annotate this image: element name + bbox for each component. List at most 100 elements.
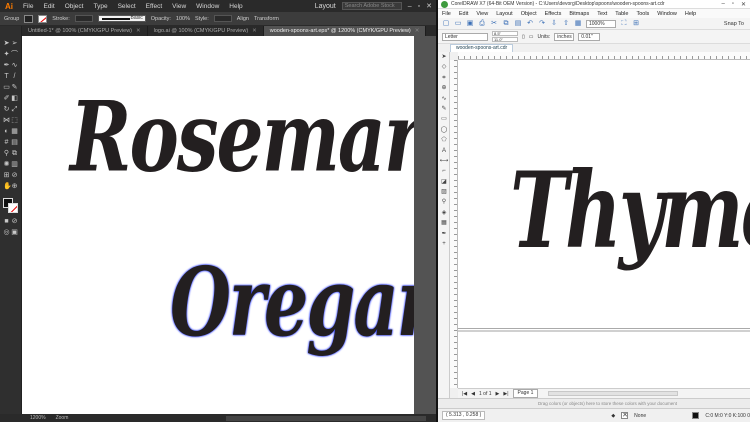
- page-size-dropdown[interactable]: Letter: [442, 32, 488, 41]
- zoom-tool-icon[interactable]: ⊕: [438, 83, 450, 93]
- tab-logo[interactable]: logo.ai @ 100% (CMYK/GPU Preview) ✕: [148, 26, 264, 36]
- freehand-tool-icon[interactable]: ∿: [438, 94, 450, 104]
- transparency-tool-icon[interactable]: ▨: [438, 187, 450, 197]
- lasso-tool-icon[interactable]: ⌒: [11, 51, 18, 58]
- full-screen-icon[interactable]: ⛶: [620, 20, 628, 28]
- export-icon[interactable]: ⇧: [562, 20, 570, 28]
- transform-button[interactable]: Transform: [254, 16, 279, 22]
- cdr-menu-edit[interactable]: Edit: [455, 11, 472, 17]
- open-icon[interactable]: ▭: [454, 20, 462, 28]
- scale-tool-icon[interactable]: ⤢: [11, 106, 18, 113]
- shaper-tool-icon[interactable]: ✐: [3, 95, 10, 102]
- maximize-icon[interactable]: ▫: [418, 3, 420, 10]
- document-palette[interactable]: Drag colors (or objects) here to store t…: [438, 398, 750, 408]
- zoom-tool-icon[interactable]: ⊕: [11, 183, 18, 190]
- ai-menu-effect[interactable]: Effect: [141, 3, 168, 10]
- none-mode-icon[interactable]: ⊘: [11, 218, 18, 225]
- previous-page-icon[interactable]: ◀: [471, 391, 475, 397]
- ai-menu-window[interactable]: Window: [191, 3, 224, 10]
- artboard[interactable]: Rosemary Oregan: [22, 36, 414, 414]
- minimize-icon[interactable]: –: [408, 3, 412, 10]
- outline-swatch[interactable]: [692, 412, 700, 419]
- polygon-tool-icon[interactable]: ⬠: [438, 135, 450, 145]
- tab-untitled-1[interactable]: Untitled-1* @ 100% (CMYK/GPU Preview) ✕: [22, 26, 148, 36]
- opacity-value[interactable]: 100%: [176, 16, 190, 22]
- curvature-tool-icon[interactable]: ∿: [11, 62, 18, 69]
- horizontal-ruler[interactable]: [458, 52, 750, 60]
- cdr-menu-table[interactable]: Table: [611, 11, 632, 17]
- page-width-input[interactable]: 8.5": [492, 31, 518, 36]
- cdr-menu-window[interactable]: Window: [653, 11, 681, 17]
- ai-menu-object[interactable]: Object: [60, 3, 89, 10]
- stroke-weight-input[interactable]: [74, 15, 93, 22]
- screen-mode-icon[interactable]: ▣: [11, 229, 18, 236]
- type-tool-icon[interactable]: T: [3, 73, 10, 80]
- last-page-icon[interactable]: ▶|: [503, 391, 508, 397]
- cdr-menu-layout[interactable]: Layout: [492, 11, 517, 17]
- style-dropdown[interactable]: [213, 15, 232, 22]
- width-tool-icon[interactable]: ⋈: [3, 117, 10, 124]
- paintbrush-tool-icon[interactable]: ✎: [11, 84, 18, 91]
- pen-tool-icon[interactable]: ✒: [3, 62, 10, 69]
- rulers-icon[interactable]: ⊞: [632, 20, 640, 28]
- magic-wand-tool-icon[interactable]: ✦: [3, 51, 10, 58]
- color-eyedropper-tool-icon[interactable]: ⚲: [438, 197, 450, 207]
- redo-icon[interactable]: ↷: [538, 20, 546, 28]
- gradient-tool-icon[interactable]: ▤: [11, 139, 18, 146]
- page-height-input[interactable]: 11.0": [492, 37, 518, 42]
- perspective-grid-tool-icon[interactable]: ▦: [11, 128, 18, 135]
- symbol-sprayer-tool-icon[interactable]: ✺: [3, 161, 10, 168]
- shape-tool-icon[interactable]: ◇: [438, 62, 450, 72]
- eraser-tool-icon[interactable]: ◧: [11, 95, 18, 102]
- cut-icon[interactable]: ✂: [490, 20, 498, 28]
- text-tool-icon[interactable]: A: [438, 146, 450, 156]
- minimize-icon[interactable]: –: [721, 1, 724, 8]
- oregano-lettering-selected[interactable]: Oregan: [170, 246, 414, 358]
- cdr-drawing-window[interactable]: Thyme: [458, 60, 750, 388]
- close-icon[interactable]: ✕: [741, 1, 746, 8]
- ai-menu-edit[interactable]: Edit: [38, 3, 59, 10]
- ellipse-tool-icon[interactable]: ◯: [438, 125, 450, 135]
- cdr-menu-help[interactable]: Help: [681, 11, 700, 17]
- nudge-distance-input[interactable]: 0.01": [578, 32, 601, 41]
- close-tab-icon[interactable]: ✕: [136, 28, 141, 34]
- next-page-icon[interactable]: ▶: [496, 391, 500, 397]
- landscape-icon[interactable]: ▭: [529, 34, 534, 40]
- fill-swatch[interactable]: [621, 412, 629, 419]
- draw-mode-icon[interactable]: ◎: [3, 229, 10, 236]
- save-icon[interactable]: ▣: [466, 20, 474, 28]
- cdr-menu-file[interactable]: File: [438, 11, 455, 17]
- stroke-color-icon[interactable]: [8, 203, 18, 213]
- snap-to-dropdown[interactable]: Snap To: [724, 21, 750, 27]
- import-icon[interactable]: ⇩: [550, 20, 558, 28]
- ai-menu-select[interactable]: Select: [113, 3, 141, 10]
- selection-tool-icon[interactable]: ➤: [3, 40, 10, 47]
- stroke-swatch[interactable]: [38, 14, 48, 23]
- ai-vertical-scrollbar[interactable]: [414, 36, 436, 414]
- interactive-fill-tool-icon[interactable]: ◈: [438, 208, 450, 218]
- connector-tool-icon[interactable]: ⌐: [438, 166, 450, 176]
- line-tool-icon[interactable]: /: [11, 73, 18, 80]
- cdr-menu-object[interactable]: Object: [517, 11, 541, 17]
- parallel-dimension-tool-icon[interactable]: ⟷: [438, 156, 450, 166]
- artistic-media-tool-icon[interactable]: ✎: [438, 104, 450, 114]
- close-tab-icon[interactable]: ✕: [252, 28, 257, 34]
- slice-tool-icon[interactable]: ⊘: [11, 172, 18, 179]
- graph-tool-icon[interactable]: ▥: [11, 161, 18, 168]
- close-tab-icon[interactable]: ✕: [415, 28, 420, 34]
- align-button[interactable]: Align: [237, 16, 249, 22]
- free-transform-tool-icon[interactable]: ⬚: [11, 117, 18, 124]
- artboard-tool-icon[interactable]: ⊞: [3, 172, 10, 179]
- publish-pdf-icon[interactable]: ▦: [574, 20, 582, 28]
- crop-tool-icon[interactable]: ⌗: [438, 73, 450, 83]
- color-mode-icon[interactable]: ■: [3, 218, 10, 225]
- cdr-menu-effects[interactable]: Effects: [541, 11, 566, 17]
- first-page-icon[interactable]: |◀: [462, 391, 467, 397]
- direct-selection-tool-icon[interactable]: ➢: [11, 40, 18, 47]
- paste-icon[interactable]: ▤: [514, 20, 522, 28]
- ai-menu-view[interactable]: View: [167, 3, 191, 10]
- thyme-lettering[interactable]: Thyme: [510, 150, 750, 273]
- cdr-menu-text[interactable]: Text: [593, 11, 611, 17]
- stroke-profile-dropdown[interactable]: Basic: [97, 15, 146, 22]
- units-dropdown[interactable]: inches: [554, 32, 575, 41]
